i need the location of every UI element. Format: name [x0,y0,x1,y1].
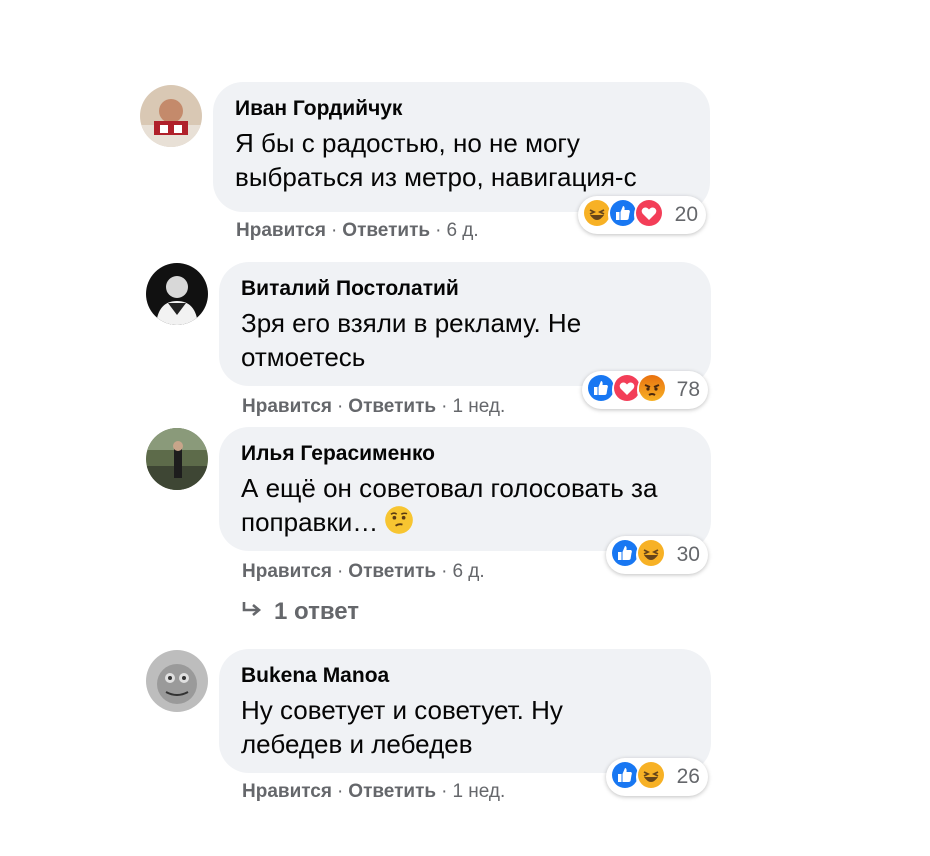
avatar[interactable] [146,263,208,325]
comment-author[interactable]: Bukena Manoa [241,663,689,689]
comment-bubble: Виталий Постолатий Зря его взяли в рекла… [219,262,711,386]
haha-reaction-icon [636,760,669,794]
comment-text-body: А ещё он советовал голосовать за поправк… [241,473,658,537]
haha-reaction-icon [636,538,669,572]
comment-author[interactable]: Виталий Постолатий [241,276,689,302]
comment-bubble: Bukena Manoa Ну советует и советует. Ну … [219,649,711,773]
reaction-summary[interactable]: 30 [606,536,708,574]
comment-text: Я бы с радостью, но не могу выбраться из… [235,128,637,192]
like-link[interactable]: Нравится [242,561,332,582]
comment-author[interactable]: Илья Герасименко [241,441,689,467]
comment-bubble: Иван Гордийчук Я бы с радостью, но не мо… [213,82,710,212]
comment-timestamp[interactable]: 6 д. [452,561,484,582]
like-link[interactable]: Нравится [236,220,326,241]
thinking-emoji-icon [384,505,414,543]
comment-text: Ну советует и советует. Ну лебедев и леб… [241,695,563,759]
comment-timestamp[interactable]: 1 нед. [452,781,505,802]
love-reaction-icon [634,198,667,232]
avatar-icon [146,650,208,712]
comment-actions: Нравится · Ответить · 6 д. [236,220,479,241]
reaction-count: 30 [676,543,700,566]
like-link[interactable]: Нравится [242,781,332,802]
view-replies-label: 1 ответ [274,598,360,625]
reaction-count: 26 [676,765,700,788]
avatar-icon [146,263,208,325]
avatar[interactable] [146,428,208,490]
avatar[interactable] [146,650,208,712]
reply-link[interactable]: Ответить [348,561,436,582]
avatar[interactable] [140,85,202,147]
avatar-icon [140,85,202,147]
like-link[interactable]: Нравится [242,396,332,417]
reaction-summary[interactable]: 26 [606,758,708,796]
comment-actions: Нравится · Ответить · 6 д. [242,561,485,582]
reaction-count: 78 [676,378,700,401]
reply-link[interactable]: Ответить [348,781,436,802]
view-replies-link[interactable]: 1 ответ [240,598,359,627]
reply-link[interactable]: Ответить [342,220,430,241]
comment-text: Зря его взяли в рекламу. Не отмоетесь [241,308,582,372]
reply-link[interactable]: Ответить [348,396,436,417]
reaction-summary[interactable]: 78 [582,371,708,409]
comment-bubble: Илья Герасименко А ещё он советовал голо… [219,427,711,551]
comment-author[interactable]: Иван Гордийчук [235,96,688,122]
avatar-icon [146,428,208,490]
comment-timestamp[interactable]: 6 д. [446,220,478,241]
comment-actions: Нравится · Ответить · 1 нед. [242,781,506,802]
angry-reaction-icon [637,373,669,407]
comment-text: А ещё он советовал голосовать за поправк… [241,471,689,543]
comment-actions: Нравится · Ответить · 1 нед. [242,396,506,417]
reply-arrow-icon [240,599,264,627]
reaction-summary[interactable]: 20 [578,196,706,234]
reaction-count: 20 [674,203,699,226]
comment-timestamp[interactable]: 1 нед. [452,396,505,417]
